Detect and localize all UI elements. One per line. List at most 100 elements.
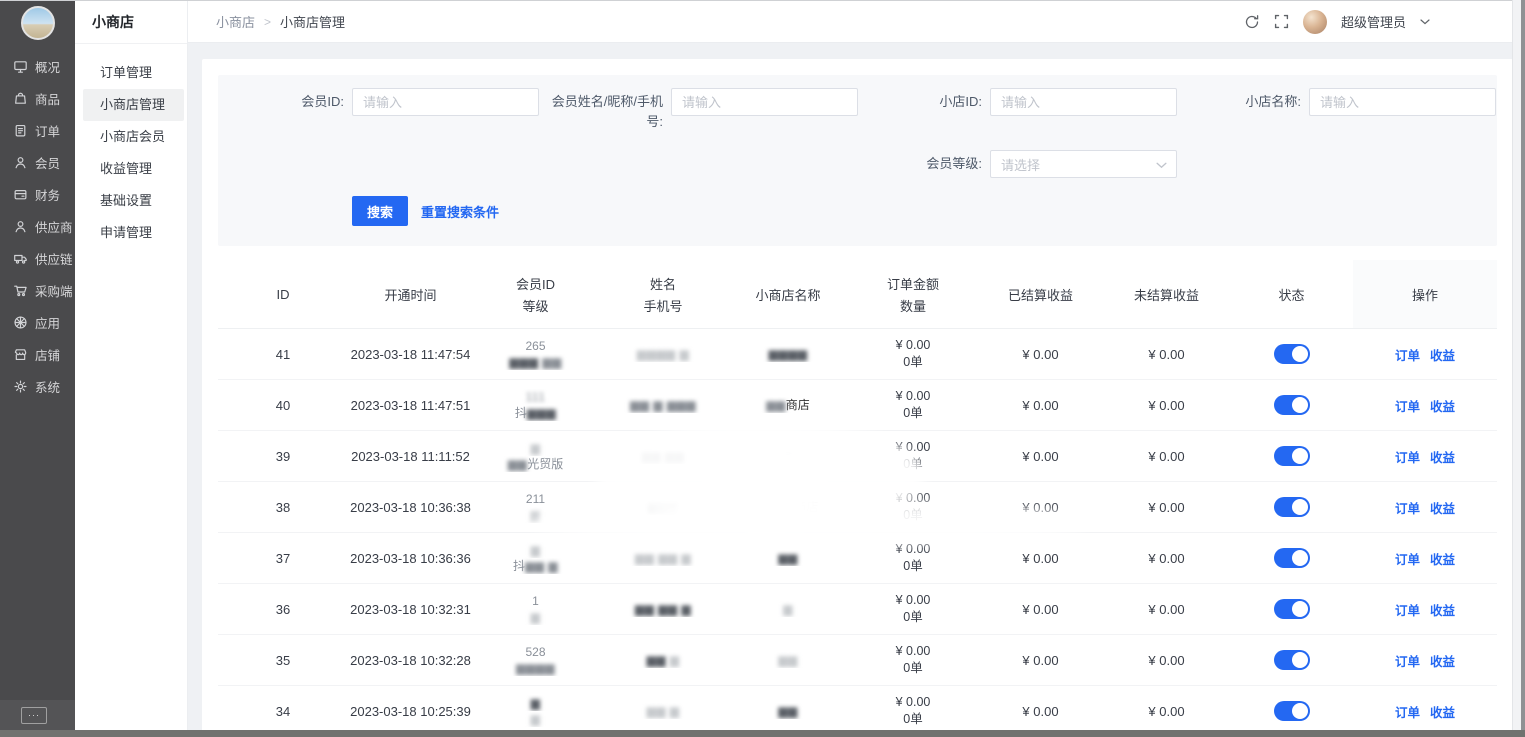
breadcrumb-item[interactable]: 小商店: [216, 12, 255, 31]
cell-line: 111: [473, 389, 598, 405]
sidebar-item-finance[interactable]: 财务: [0, 178, 75, 210]
cell-actions: 订单收益: [1353, 549, 1497, 568]
menu-item-1[interactable]: 小商店管理: [83, 89, 184, 121]
action-link-orders[interactable]: 订单: [1395, 400, 1420, 414]
column-header-4: 小商店名称: [728, 260, 848, 328]
cell-shop: ▆: [728, 601, 848, 617]
action-link-orders[interactable]: 订单: [1395, 604, 1420, 618]
status-toggle[interactable]: [1274, 650, 1310, 670]
status-toggle[interactable]: [1274, 497, 1310, 517]
menu-item-4[interactable]: 基础设置: [75, 185, 187, 217]
refresh-icon[interactable]: [1244, 14, 1260, 30]
cell-status: [1230, 446, 1353, 466]
status-toggle[interactable]: [1274, 395, 1310, 415]
member-level-select[interactable]: 请选择: [990, 150, 1177, 178]
cell-line: ▆▆商店: [728, 397, 848, 413]
action-link-earnings[interactable]: 收益: [1430, 604, 1455, 618]
menu-item-5[interactable]: 申请管理: [75, 217, 187, 249]
cell-line: ▆: [473, 507, 598, 523]
cell-name: ▆▆▆▆ ▆: [598, 346, 728, 362]
search-row-1: 会员ID:会员姓名/昵称/手机号:小店ID:小店名称:: [220, 88, 1497, 132]
sidebar-item-system[interactable]: 系统: [0, 370, 75, 402]
menu-item-0[interactable]: 订单管理: [75, 57, 187, 89]
status-toggle[interactable]: [1274, 701, 1310, 721]
menu-item-3[interactable]: 收益管理: [75, 153, 187, 185]
main-content: 会员ID:会员姓名/昵称/手机号:小店ID:小店名称: 会员等级:请选择 搜索 …: [188, 43, 1525, 737]
action-link-earnings[interactable]: 收益: [1430, 553, 1455, 567]
user-name[interactable]: 超级管理员: [1341, 12, 1406, 31]
collapse-menu-icon[interactable]: ···: [21, 707, 47, 724]
sidebar-item-procurement[interactable]: 采购端: [0, 274, 75, 306]
cell-text: 抖: [513, 559, 525, 573]
sidebar-item-orders[interactable]: 订单: [0, 114, 75, 146]
shop-name-input[interactable]: [1309, 88, 1496, 116]
sidebar-item-shops[interactable]: 店铺: [0, 338, 75, 370]
user-icon: [13, 219, 28, 234]
field-label: 小店ID:: [858, 88, 990, 112]
cell-id: 38: [218, 500, 348, 515]
redacted-text: ▆▆ ▆▆ ▆: [635, 602, 691, 616]
secondary-nav: 订单管理小商店管理小商店会员收益管理基础设置申请管理: [75, 44, 187, 249]
action-link-earnings[interactable]: 收益: [1430, 400, 1455, 414]
table-row: 372023-03-18 10:36:36▆抖▆▆ ▆▆▆ ▆▆ ▆▆▆¥ 0.…: [218, 533, 1497, 584]
column-header-line: 开通时间: [348, 285, 473, 304]
cell-line: ▆▆: [728, 652, 848, 668]
action-link-earnings[interactable]: 收益: [1430, 349, 1455, 363]
shop-id-input[interactable]: [990, 88, 1177, 116]
cell-line: ▆▆▆▆: [728, 346, 848, 362]
fullscreen-icon[interactable]: [1274, 14, 1289, 29]
member-id-input[interactable]: [352, 88, 539, 116]
cell-actions: 订单收益: [1353, 447, 1497, 466]
action-link-orders[interactable]: 订单: [1395, 349, 1420, 363]
cell-text: 商店: [786, 398, 810, 412]
member-name-input[interactable]: [671, 88, 858, 116]
action-link-earnings[interactable]: 收益: [1430, 706, 1455, 720]
cell-shop: ▆▆: [728, 703, 848, 719]
action-link-orders[interactable]: 订单: [1395, 451, 1420, 465]
chevron-down-icon[interactable]: [1420, 19, 1430, 25]
order-count: 0单: [848, 456, 978, 473]
status-toggle[interactable]: [1274, 446, 1310, 466]
cell-name: ▆▆ ▆ ▆▆▆: [598, 397, 728, 413]
scrollbar-track[interactable]: [1512, 0, 1521, 737]
sidebar-item-overview[interactable]: 概况: [0, 50, 75, 82]
search-field-member-level: 会员等级:请选择: [858, 150, 1177, 178]
search-actions: 搜索 重置搜索条件: [352, 196, 1497, 226]
status-toggle[interactable]: [1274, 344, 1310, 364]
action-link-earnings[interactable]: 收益: [1430, 655, 1455, 669]
column-header-2: 会员ID等级: [473, 260, 598, 328]
action-link-orders[interactable]: 订单: [1395, 655, 1420, 669]
user-avatar[interactable]: [1303, 10, 1327, 34]
toggle-knob: [1292, 652, 1308, 668]
sidebar-item-members[interactable]: 会员: [0, 146, 75, 178]
column-header-line: 手机号: [598, 296, 728, 315]
action-link-orders[interactable]: 订单: [1395, 553, 1420, 567]
action-link-orders[interactable]: 订单: [1395, 706, 1420, 720]
brand-logo[interactable]: [21, 6, 55, 40]
sidebar-item-label: 订单: [35, 121, 60, 140]
column-header-line: 已结算收益: [978, 285, 1103, 304]
sidebar-item-apps[interactable]: 应用: [0, 306, 75, 338]
sidebar-item-supply-chain[interactable]: 供应链: [0, 242, 75, 274]
sidebar-item-suppliers[interactable]: 供应商: [0, 210, 75, 242]
menu-item-2[interactable]: 小商店会员: [75, 121, 187, 153]
cell-opened-at: 2023-03-18 10:36:38: [348, 500, 473, 515]
search-button[interactable]: 搜索: [352, 196, 408, 226]
reset-search-link[interactable]: 重置搜索条件: [421, 202, 499, 221]
redacted-text: ▆ ▆ ▆: [758, 500, 795, 514]
cell-actions: 订单收益: [1353, 498, 1497, 517]
status-toggle[interactable]: [1274, 548, 1310, 568]
storefront-icon: [13, 347, 28, 362]
redacted-text: ▆▆ ▆▆: [642, 449, 685, 463]
action-link-orders[interactable]: 订单: [1395, 502, 1420, 516]
redacted-text: ▆: [783, 602, 793, 616]
action-link-earnings[interactable]: 收益: [1430, 502, 1455, 516]
cell-shop: ▆ ▆ ▆商店: [728, 499, 848, 515]
cell-order: ¥ 0.000单: [848, 388, 978, 422]
cell-settled: ¥ 0.00: [978, 347, 1103, 362]
search-field-member-name: 会员姓名/昵称/手机号:: [539, 88, 858, 132]
sidebar-item-goods[interactable]: 商品: [0, 82, 75, 114]
status-toggle[interactable]: [1274, 599, 1310, 619]
action-link-earnings[interactable]: 收益: [1430, 451, 1455, 465]
toggle-knob: [1292, 346, 1308, 362]
